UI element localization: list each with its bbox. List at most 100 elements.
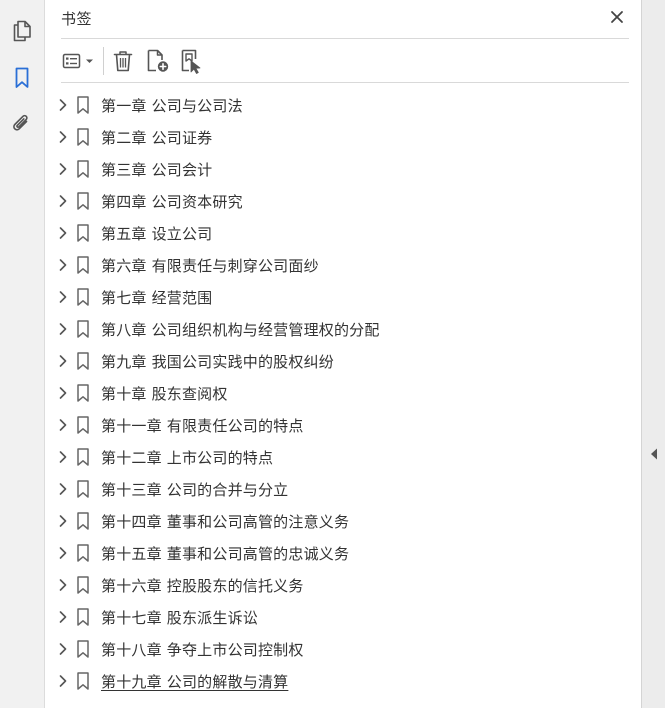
expand-chevron-icon[interactable] (57, 642, 69, 656)
bookmark-item[interactable]: 第十三章 公司的合并与分立 (45, 473, 641, 505)
bookmark-icon (76, 448, 90, 466)
bookmark-icon (76, 672, 90, 690)
close-panel-button[interactable] (607, 7, 627, 27)
bookmark-icon (76, 288, 90, 306)
bookmark-icon (15, 67, 29, 88)
bookmark-label: 第八章 公司组织机构与经营管理权的分配 (101, 321, 380, 339)
expand-chevron-icon[interactable] (57, 386, 69, 400)
bookmark-label: 第十八章 争夺上市公司控制权 (101, 641, 304, 659)
options-menu-icon (62, 53, 93, 69)
bookmark-icon (76, 352, 90, 370)
bookmark-icon (76, 256, 90, 274)
expand-chevron-icon[interactable] (57, 418, 69, 432)
bookmark-item[interactable]: 第十五章 董事和公司高管的忠诚义务 (45, 537, 641, 569)
bookmark-icon (76, 608, 90, 626)
trash-icon (113, 51, 133, 72)
expand-chevron-icon[interactable] (57, 610, 69, 624)
bookmark-label: 第九章 我国公司实践中的股权纠纷 (101, 353, 334, 371)
new-bookmark-icon (147, 49, 169, 72)
panel-header: 书签 (61, 0, 629, 39)
panel-title: 书签 (61, 10, 93, 28)
expand-chevron-icon[interactable] (57, 226, 69, 240)
bookmark-tree: 第一章 公司与公司法 第二章 公司证券第三章 公司会计第四章 公司资本研究 第五章 … (45, 89, 641, 697)
bookmark-icon (76, 320, 90, 338)
expand-chevron-icon[interactable] (57, 194, 69, 208)
navigation-rail (0, 0, 45, 708)
bookmarks-window: 书签 第一章 公司与公司法 第二章 公司证券 第三章 公司会计 第四章 公司资本… (0, 0, 665, 708)
bookmark-label: 第二章 公司证券 (101, 129, 213, 147)
bookmark-icon (76, 576, 90, 594)
bookmark-label: 第一章 公司与公司法 (101, 97, 243, 115)
bookmark-item[interactable]: 第七章 经营范围 (45, 281, 641, 313)
bookmark-label: 第七章 经营范围 (101, 289, 213, 307)
expand-chevron-icon[interactable] (57, 450, 69, 464)
chevron-left-icon (651, 448, 657, 460)
bookmark-item[interactable]: 第十六章 控股股东的信托义务 (45, 569, 641, 601)
expand-chevron-icon[interactable] (57, 546, 69, 560)
bookmark-label: 第十九章 公司的解散与清算 (101, 673, 289, 691)
expand-chevron-icon[interactable] (57, 578, 69, 592)
bookmark-item[interactable]: 第八章 公司组织机构与经营管理权的分配 (45, 313, 641, 345)
paperclip-icon (13, 114, 28, 131)
bookmark-label: 第十章 股东查阅权 (101, 385, 228, 403)
bookmarks-panel: 书签 第一章 公司与公司法 第二章 公司证券 第三章 公司会计 第四章 公司资本… (45, 0, 641, 708)
bookmark-icon (76, 96, 90, 114)
bookmark-icon (76, 480, 90, 498)
bookmark-label: 第五章 设立公司 (101, 225, 213, 243)
bookmark-from-structure-icon (181, 49, 201, 74)
pages-thumbnail-button[interactable] (8, 17, 36, 45)
bookmark-label: 第四章 公司资本研究 (101, 193, 243, 211)
expand-chevron-icon[interactable] (57, 674, 69, 688)
bookmark-item[interactable]: 第三章 公司会计 (45, 153, 641, 185)
expand-chevron-icon[interactable] (57, 258, 69, 272)
bookmark-item[interactable]: 第二章 公司证券 (45, 121, 641, 153)
bookmark-item[interactable]: 第十八章 争夺上市公司控制权 (45, 633, 641, 665)
collapse-panel-handle[interactable] (649, 447, 659, 461)
delete-bookmark-button[interactable] (111, 48, 135, 74)
bookmark-label: 第六章 有限责任与刺穿公司面纱 (101, 257, 319, 275)
bookmarks-toolbar (61, 39, 629, 83)
bookmark-item[interactable]: 第十九章 公司的解散与清算 (45, 665, 641, 697)
bookmark-item[interactable]: 第十一章 有限责任公司的特点 (45, 409, 641, 441)
bookmark-label: 第十七章 股东派生诉讼 (101, 609, 258, 627)
bookmark-item[interactable]: 第十四章 董事和公司高管的注意义务 (45, 505, 641, 537)
bookmark-icon (76, 416, 90, 434)
expand-chevron-icon[interactable] (57, 482, 69, 496)
bookmark-label: 第十五章 董事和公司高管的忠诚义务 (101, 545, 350, 563)
bookmark-label: 第十四章 董事和公司高管的注意义务 (101, 513, 350, 531)
bookmark-from-structure-button[interactable] (179, 48, 205, 74)
bookmark-item[interactable]: 第五章 设立公司 (45, 217, 641, 249)
toolbar-divider (103, 47, 104, 75)
options-menu-button[interactable] (61, 48, 97, 74)
bookmark-icon (76, 224, 90, 242)
bookmark-icon (76, 160, 90, 178)
expand-chevron-icon[interactable] (57, 98, 69, 112)
expand-chevron-icon[interactable] (57, 130, 69, 144)
bookmark-item[interactable]: 第一章 公司与公司法 (45, 89, 641, 121)
bookmark-icon (76, 640, 90, 658)
bookmark-label: 第十一章 有限责任公司的特点 (101, 417, 304, 435)
bookmark-label: 第十三章 公司的合并与分立 (101, 481, 289, 499)
bookmark-label: 第十六章 控股股东的信托义务 (101, 577, 304, 595)
new-bookmark-button[interactable] (145, 48, 171, 74)
bookmark-item[interactable]: 第十二章 上市公司的特点 (45, 441, 641, 473)
bookmark-item[interactable]: 第十七章 股东派生诉讼 (45, 601, 641, 633)
close-icon (611, 11, 623, 23)
bookmark-icon (76, 128, 90, 146)
bookmark-item[interactable]: 第十章 股东查阅权 (45, 377, 641, 409)
bookmark-icon (76, 512, 90, 530)
expand-chevron-icon[interactable] (57, 290, 69, 304)
expand-chevron-icon[interactable] (57, 162, 69, 176)
expand-chevron-icon[interactable] (57, 514, 69, 528)
pages-icon (13, 20, 31, 42)
expand-chevron-icon[interactable] (57, 322, 69, 336)
panel-splitter[interactable] (641, 0, 665, 708)
bookmark-item[interactable]: 第九章 我国公司实践中的股权纠纷 (45, 345, 641, 377)
attachments-button[interactable] (8, 110, 36, 138)
bookmarks-panel-button[interactable] (8, 64, 36, 92)
expand-chevron-icon[interactable] (57, 354, 69, 368)
bookmark-label: 第十二章 上市公司的特点 (101, 449, 274, 467)
bookmark-item[interactable]: 第四章 公司资本研究 (45, 185, 641, 217)
bookmark-icon (76, 384, 90, 402)
bookmark-item[interactable]: 第六章 有限责任与刺穿公司面纱 (45, 249, 641, 281)
